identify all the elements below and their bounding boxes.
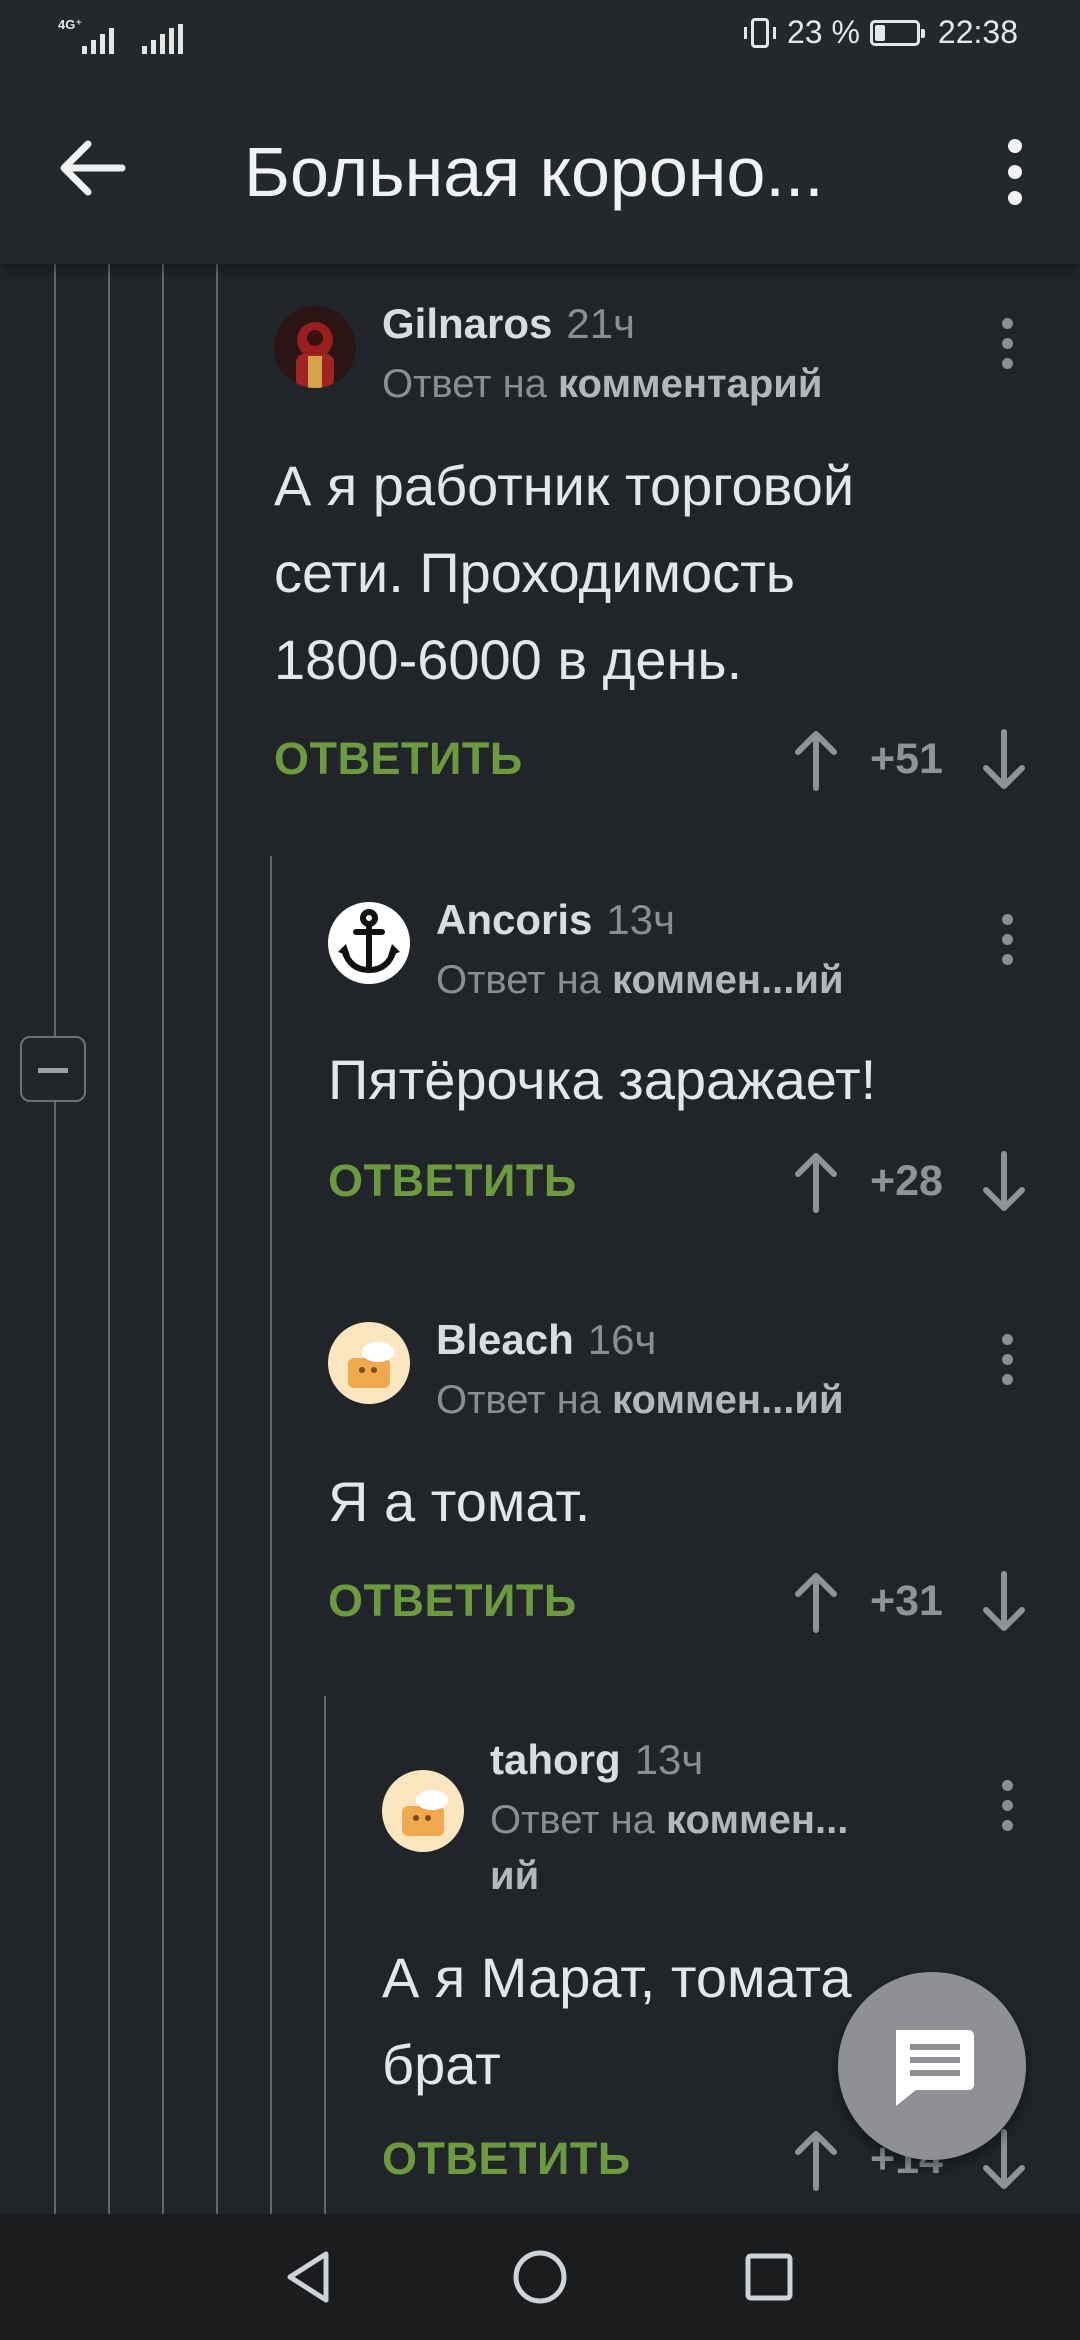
comment-score: +31 bbox=[870, 1577, 943, 1625]
reply-button[interactable]: ОТВЕТИТЬ bbox=[382, 2124, 631, 2194]
sim1-signal-icon: 4G⁺ bbox=[58, 18, 116, 54]
nav-recents-button[interactable] bbox=[734, 2242, 804, 2312]
upvote-button[interactable] bbox=[786, 728, 846, 792]
vibrate-icon bbox=[743, 17, 776, 48]
comment-menu-button[interactable] bbox=[988, 1776, 1028, 1846]
reply-button[interactable]: ОТВЕТИТЬ bbox=[328, 1146, 577, 1216]
network-type-label: 4G⁺ bbox=[58, 17, 83, 32]
system-navigation-bar bbox=[0, 2214, 1080, 2340]
avatar[interactable] bbox=[328, 1322, 410, 1404]
arrow-down-icon bbox=[983, 1571, 1025, 1631]
status-right: 23 % 22:38 bbox=[743, 14, 1018, 51]
battery-icon bbox=[869, 19, 925, 46]
more-vertical-icon bbox=[1008, 139, 1022, 205]
comment-actions: ОТВЕТИТЬ +31 bbox=[328, 1566, 1034, 1636]
comment-score: +51 bbox=[870, 735, 943, 783]
comment-text: А я работник торговой сети. Проходимость… bbox=[274, 454, 855, 691]
upvote-button[interactable] bbox=[786, 2128, 846, 2192]
reply-button[interactable]: ОТВЕТИТЬ bbox=[328, 1566, 577, 1636]
app-bar: Больная короно... bbox=[0, 72, 1080, 264]
overflow-menu-button[interactable] bbox=[980, 132, 1050, 212]
comment-text: Я а томат. bbox=[328, 1470, 591, 1533]
comment-author[interactable]: tahorg 13ч bbox=[490, 1736, 703, 1784]
arrow-up-icon bbox=[795, 731, 837, 791]
reply-to-link[interactable]: Ответ на коммен...ий bbox=[436, 952, 844, 1008]
downvote-button[interactable] bbox=[974, 728, 1034, 792]
write-comment-fab[interactable] bbox=[838, 1972, 1026, 2160]
comment-time: 13ч bbox=[606, 896, 675, 943]
comment-actions: ОТВЕТИТЬ +51 bbox=[274, 724, 1034, 794]
comment-menu-button[interactable] bbox=[988, 314, 1028, 384]
sim2-signal-icon bbox=[142, 24, 183, 54]
battery-percent: 23 % bbox=[786, 14, 860, 50]
comment-icon bbox=[896, 2030, 974, 2106]
reply-to-link[interactable]: Ответ на коммен...ий bbox=[436, 1372, 844, 1428]
comment-menu-button[interactable] bbox=[988, 910, 1028, 980]
comment: Ancoris 13ч Ответ на коммен...ий Пятёрочк… bbox=[328, 896, 1034, 1222]
arrow-down-icon bbox=[983, 729, 1025, 789]
comment-menu-button[interactable] bbox=[988, 1330, 1028, 1400]
reply-to-link[interactable]: Ответ на коммен... ий bbox=[490, 1792, 848, 1904]
upvote-button[interactable] bbox=[786, 1570, 846, 1634]
square-recents-icon bbox=[745, 2253, 793, 2301]
thread-line[interactable] bbox=[162, 264, 164, 2214]
nav-home-button[interactable] bbox=[505, 2242, 575, 2312]
comment: Gilnaros 21ч Ответ на комментарий А я раб… bbox=[274, 300, 1034, 796]
downvote-button[interactable] bbox=[974, 1570, 1034, 1634]
reply-button[interactable]: ОТВЕТИТЬ bbox=[274, 724, 523, 794]
arrow-left-icon bbox=[60, 140, 126, 196]
comment: Bleach 16ч Ответ на коммен...ий Я а томат… bbox=[328, 1316, 1034, 1642]
back-button[interactable] bbox=[58, 138, 128, 198]
thread-line[interactable] bbox=[108, 264, 110, 2214]
collapse-thread-button[interactable] bbox=[20, 1036, 86, 1102]
thread-line[interactable] bbox=[54, 264, 56, 2214]
circle-home-icon bbox=[513, 2250, 567, 2304]
thread-line[interactable] bbox=[270, 856, 272, 2214]
thread-line[interactable] bbox=[324, 1696, 326, 2214]
comment-actions: ОТВЕТИТЬ +28 bbox=[328, 1146, 1034, 1216]
reply-to-link[interactable]: Ответ на комментарий bbox=[382, 356, 822, 412]
signal-indicators: 4G⁺ bbox=[58, 18, 183, 54]
comment-author[interactable]: Gilnaros 21ч bbox=[382, 300, 635, 348]
upvote-button[interactable] bbox=[786, 1150, 846, 1214]
arrow-up-icon bbox=[795, 2131, 837, 2191]
downvote-button[interactable] bbox=[974, 1150, 1034, 1214]
clock: 22:38 bbox=[937, 14, 1018, 50]
page-title: Больная короно... bbox=[244, 133, 824, 211]
comment-time: 13ч bbox=[634, 1736, 704, 1783]
comment-score: +28 bbox=[870, 1157, 943, 1205]
comment-time: 21ч bbox=[566, 300, 635, 347]
comment-author[interactable]: Ancoris 13ч bbox=[436, 896, 675, 944]
triangle-back-icon bbox=[287, 2251, 329, 2303]
arrow-up-icon bbox=[795, 1573, 837, 1633]
thread-line[interactable] bbox=[216, 264, 218, 2214]
comment-time: 16ч bbox=[587, 1316, 657, 1363]
comment-text: Пятёрочка заражает! bbox=[328, 1048, 877, 1111]
avatar[interactable] bbox=[274, 306, 356, 388]
nav-back-button[interactable] bbox=[274, 2242, 344, 2312]
status-bar: 4G⁺ 23 % 22:38 bbox=[0, 0, 1080, 72]
arrow-down-icon bbox=[983, 1151, 1025, 1211]
avatar[interactable] bbox=[382, 1770, 464, 1852]
arrow-up-icon bbox=[795, 1153, 837, 1213]
comment-author[interactable]: Bleach 16ч bbox=[436, 1316, 656, 1364]
avatar[interactable] bbox=[328, 902, 410, 984]
comment-text: А я Марат, томата брат bbox=[382, 1946, 852, 2096]
